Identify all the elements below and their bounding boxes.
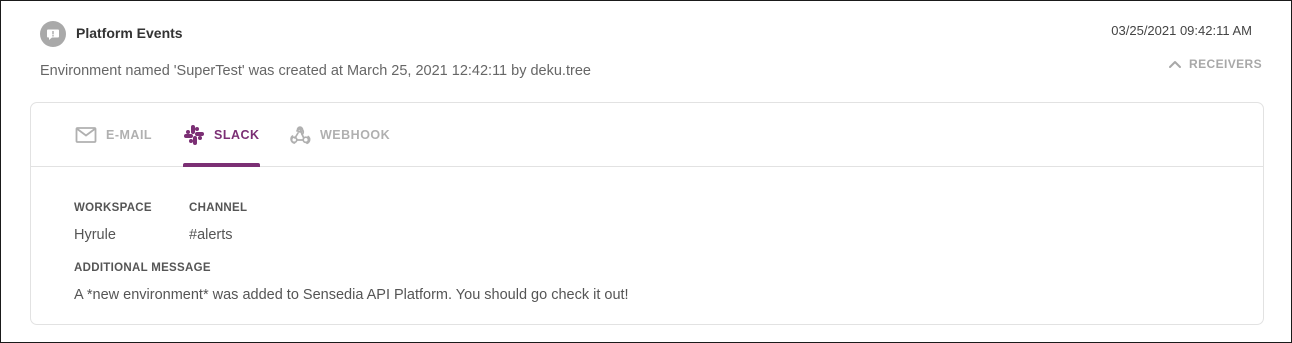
- event-timestamp: 03/25/2021 09:42:11 AM: [1111, 23, 1252, 38]
- webhook-icon: [290, 125, 311, 144]
- event-description: Environment named 'SuperTest' was create…: [40, 63, 591, 79]
- tab-slack[interactable]: SLACK: [183, 103, 260, 167]
- channel-value: #alerts: [189, 227, 233, 243]
- event-panel: Platform Events 03/25/2021 09:42:11 AM E…: [0, 0, 1292, 343]
- tab-slack-label: SLACK: [214, 127, 260, 142]
- receivers-toggle-button[interactable]: RECEIVERS: [1168, 57, 1262, 71]
- receiver-tabs: E-MAIL SLACK WEBHOOK: [31, 103, 1263, 167]
- slack-icon: [184, 124, 204, 145]
- workspace-value: Hyrule: [74, 227, 116, 243]
- receivers-card: E-MAIL SLACK WEBHOOK WORKSPACE Hyrule CH…: [30, 102, 1264, 325]
- chevron-up-icon: [1169, 61, 1182, 68]
- tab-webhook-label: WEBHOOK: [320, 127, 391, 142]
- tab-email[interactable]: E-MAIL: [75, 103, 152, 166]
- additional-message-value: A *new environment* was added to Sensedi…: [74, 287, 629, 303]
- tab-email-label: E-MAIL: [106, 127, 153, 142]
- channel-label: CHANNEL: [189, 202, 248, 214]
- receivers-toggle-label: RECEIVERS: [1189, 57, 1262, 71]
- mail-icon: [75, 126, 97, 143]
- event-title: Platform Events: [76, 25, 183, 41]
- tab-webhook[interactable]: WEBHOOK: [289, 103, 390, 166]
- workspace-label: WORKSPACE: [74, 202, 152, 214]
- alert-icon: [40, 21, 66, 47]
- additional-message-label: ADDITIONAL MESSAGE: [74, 262, 211, 274]
